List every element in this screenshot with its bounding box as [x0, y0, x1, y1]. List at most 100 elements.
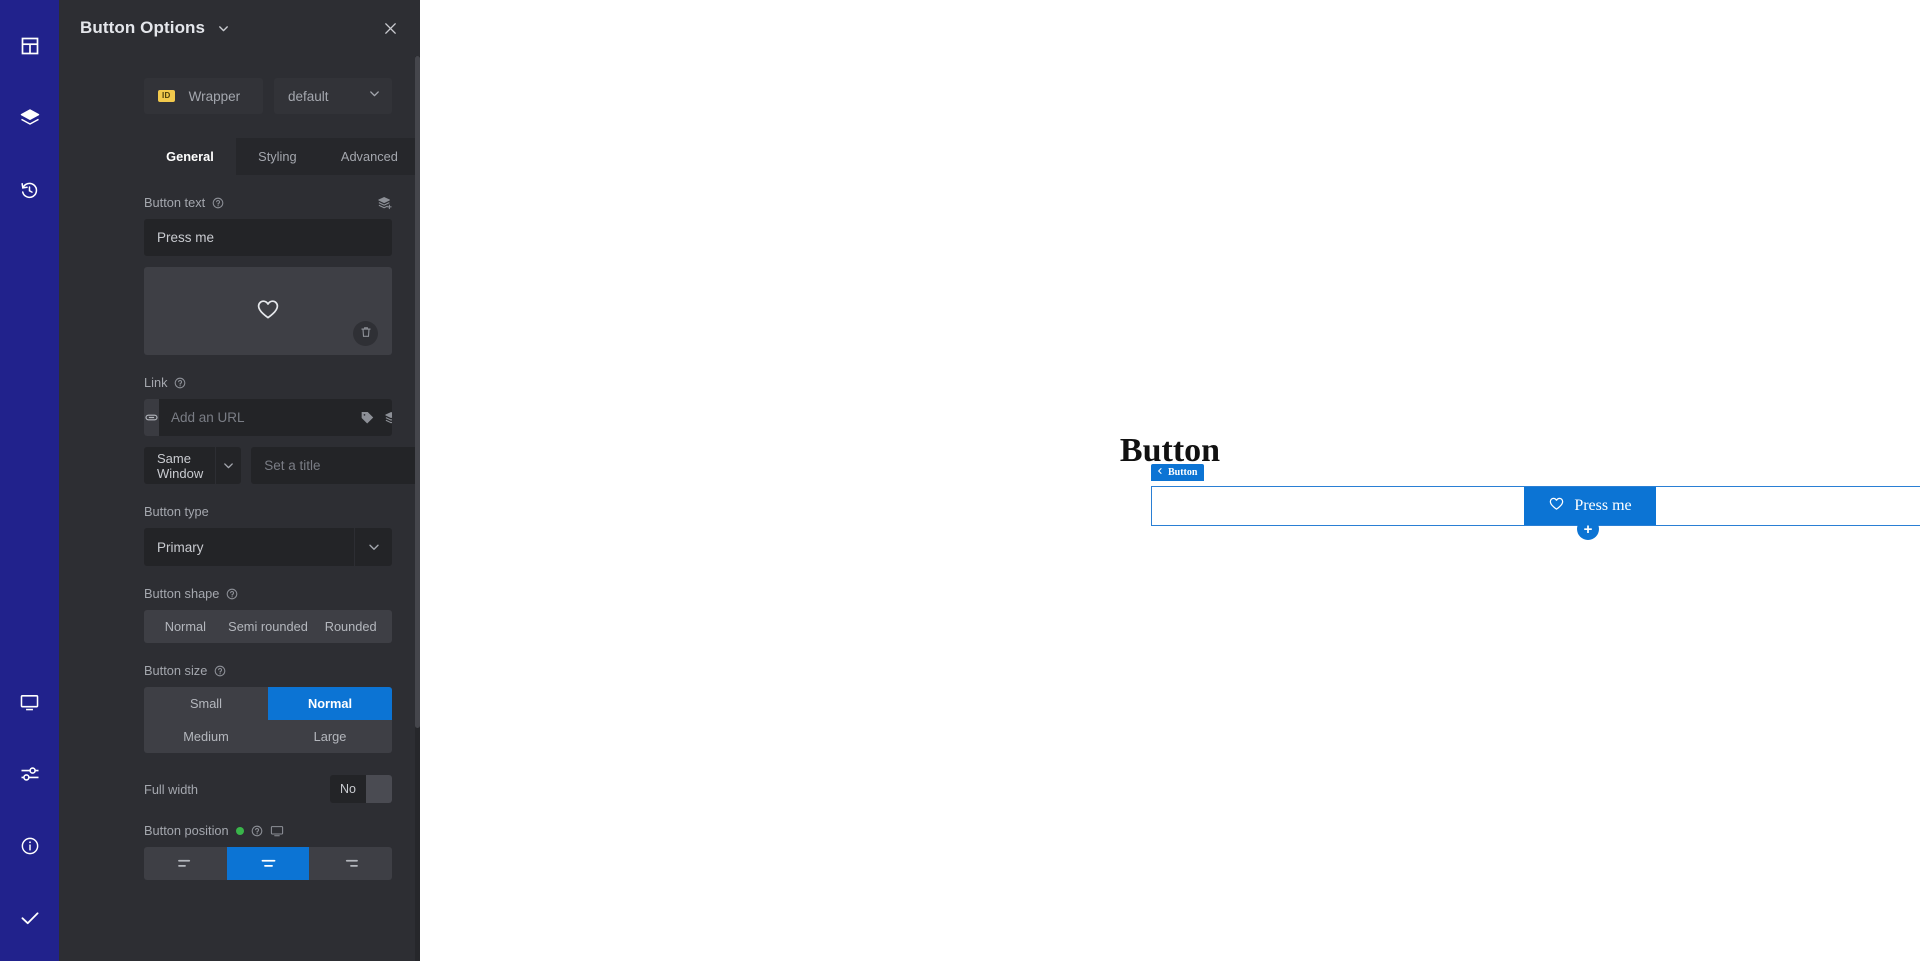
responsive-monitor-icon: [19, 692, 40, 713]
button-text-group: Button text: [59, 195, 420, 355]
help-circle-icon[interactable]: [214, 665, 226, 677]
full-width-label: Full width: [144, 781, 199, 797]
help-circle-icon[interactable]: [212, 197, 224, 209]
chevron-down-icon: [214, 447, 241, 484]
rail-item-help[interactable]: [0, 817, 59, 875]
full-width-row: Full width No: [144, 775, 392, 803]
left-icon-rail: [0, 0, 59, 961]
panel-header: Button Options: [59, 0, 420, 56]
rail-bottom-group: [0, 673, 59, 961]
button-size-option-normal[interactable]: Normal: [268, 687, 392, 720]
align-center-icon[interactable]: [226, 847, 310, 880]
heart-outline-icon: [255, 296, 281, 327]
button-position-group: Button position: [59, 823, 420, 880]
tab-styling[interactable]: Styling: [236, 138, 319, 175]
delete-icon-button[interactable]: [353, 321, 378, 346]
button-type-label: Button type: [144, 504, 209, 519]
elements-grid-icon: [20, 36, 40, 56]
button-shape-label: Button shape: [144, 586, 220, 601]
align-left-icon[interactable]: [144, 847, 227, 880]
button-shape-label-row: Button shape: [144, 586, 392, 601]
change-indicator-dot: [235, 826, 244, 835]
panel-scroll-area[interactable]: ID Wrapper default General Styling Advan…: [59, 56, 420, 961]
chevron-down-icon: [368, 87, 381, 105]
widget-selection-frame[interactable]: Press me: [1151, 486, 1920, 526]
info-circle-icon: [20, 836, 40, 856]
button-size-option-medium[interactable]: Medium: [144, 720, 268, 753]
history-icon: [19, 180, 40, 201]
link-label: Link: [144, 375, 168, 390]
rail-item-publish[interactable]: [0, 889, 59, 947]
link-group: Link Add an URL Same Window Set a title: [59, 375, 420, 484]
help-circle-icon[interactable]: [226, 588, 238, 600]
heart-outline-icon: [1548, 495, 1565, 517]
button-size-group: Button size Small Normal Medium Large: [59, 663, 420, 753]
help-circle-icon[interactable]: [251, 825, 263, 837]
rail-top-group: [0, 0, 59, 219]
button-size-label-row: Button size: [144, 663, 392, 678]
button-shape-option-normal[interactable]: Normal: [144, 610, 227, 643]
preview-canvas: Button Button Press me +: [420, 0, 1920, 961]
close-icon[interactable]: [383, 21, 398, 36]
link-chain-icon[interactable]: [144, 399, 159, 436]
element-id-value: Wrapper: [188, 88, 241, 104]
rail-item-history[interactable]: [0, 161, 59, 219]
link-input-icons: [360, 411, 392, 425]
full-width-group: Full width No: [59, 775, 420, 803]
help-circle-icon[interactable]: [174, 377, 186, 389]
button-position-label-row: Button position: [144, 823, 392, 838]
chevron-down-icon[interactable]: [217, 22, 230, 35]
button-shape-option-rounded[interactable]: Rounded: [309, 610, 392, 643]
full-width-toggle[interactable]: No: [330, 775, 392, 803]
add-widget-button[interactable]: +: [1577, 518, 1599, 540]
button-shape-option-semi-rounded[interactable]: Semi rounded: [227, 610, 310, 643]
element-id-field[interactable]: ID Wrapper: [144, 78, 263, 114]
chevron-left-icon: [1156, 467, 1164, 478]
panel-content: ID Wrapper default General Styling Advan…: [59, 56, 420, 900]
tag-icon[interactable]: [360, 411, 374, 425]
tab-general[interactable]: General: [144, 138, 236, 175]
button-position-label: Button position: [144, 823, 229, 838]
panel-title: Button Options: [80, 18, 206, 37]
element-preset-value: default: [288, 88, 329, 104]
button-size-label: Button size: [144, 663, 208, 678]
panel-tabs: General Styling Advanced: [144, 138, 420, 175]
button-size-option-small[interactable]: Small: [144, 687, 268, 720]
link-target-select[interactable]: Same Window: [144, 447, 242, 484]
widget-label-text: Button: [1168, 467, 1198, 478]
dynamic-tags-icon[interactable]: [385, 411, 392, 425]
button-type-group: Button type Primary: [59, 504, 420, 566]
page-builder-app: Button Options ID Wrapper default Genera…: [0, 0, 1920, 961]
button-text-label-row: Button text: [144, 195, 392, 210]
rail-item-navigator[interactable]: [0, 89, 59, 147]
button-type-label-row: Button type: [144, 504, 392, 519]
tab-advanced[interactable]: Advanced: [319, 138, 420, 175]
align-right-icon[interactable]: [309, 847, 392, 880]
button-size-option-large[interactable]: Large: [268, 720, 392, 753]
button-size-options: Small Normal Medium Large: [144, 687, 392, 753]
button-position-options: [144, 847, 392, 880]
link-label-row: Link: [144, 375, 392, 390]
button-shape-group: Button shape Normal Semi rounded Rounded: [59, 586, 420, 643]
monitor-icon[interactable]: [270, 824, 284, 838]
rail-item-elements[interactable]: [0, 17, 59, 75]
rail-item-responsive[interactable]: [0, 673, 59, 731]
element-preset-select[interactable]: default: [274, 78, 392, 114]
rail-item-settings[interactable]: [0, 745, 59, 803]
button-type-value: Primary: [157, 539, 204, 555]
widget-label-badge[interactable]: Button: [1151, 464, 1205, 481]
layers-icon: [19, 107, 41, 129]
chevron-down-icon: [354, 528, 392, 566]
link-url-input[interactable]: [159, 399, 360, 436]
trash-icon: [360, 325, 372, 343]
dynamic-tags-icon[interactable]: [378, 196, 392, 210]
link-options-row: Same Window: [144, 447, 420, 484]
id-badge: ID: [158, 90, 175, 102]
icon-preview-box[interactable]: [144, 267, 392, 355]
button-text-input[interactable]: [144, 219, 392, 256]
button-type-select[interactable]: Primary: [144, 528, 392, 566]
element-id-row: ID Wrapper default: [59, 56, 420, 114]
full-width-value: No: [340, 782, 356, 796]
link-title-input[interactable]: [251, 447, 420, 484]
check-publish-icon: [19, 907, 41, 929]
